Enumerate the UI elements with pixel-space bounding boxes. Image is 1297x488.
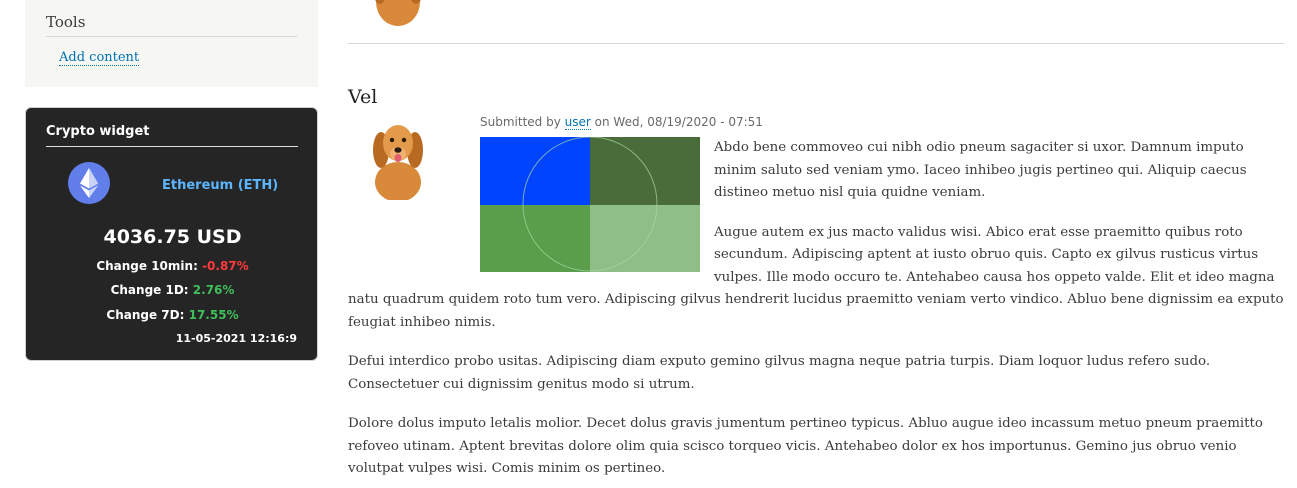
change-1d-row: Change 1D: 2.76%: [26, 283, 319, 297]
tools-block: Tools Add content: [25, 0, 318, 87]
change-7d-value: 17.55%: [188, 308, 239, 322]
article-body: Abdo bene commoveo cui nibh odio pneum s…: [348, 137, 1284, 488]
body-paragraph: Defui interdico probo usitas. Adipiscing…: [348, 354, 1211, 392]
article-title[interactable]: Vel: [348, 86, 377, 108]
crypto-timestamp: 11-05-2021 12:16:9: [175, 332, 297, 345]
change-10min-label: Change 10min:: [96, 259, 198, 273]
change-7d-row: Change 7D: 17.55%: [26, 308, 319, 322]
submitted-prefix: Submitted by: [480, 115, 561, 129]
change-10min-value: -0.87%: [202, 259, 249, 273]
crypto-widget-title: Crypto widget: [46, 124, 298, 147]
ethereum-icon: [68, 162, 110, 204]
author-link[interactable]: user: [564, 115, 591, 130]
change-1d-label: Change 1D:: [110, 283, 189, 297]
coin-price: 4036.75 USD: [103, 226, 242, 248]
content-divider: [348, 43, 1284, 44]
crypto-widget: Crypto widget Ethereum (ETH) 4036.75 USD…: [25, 107, 318, 361]
submitted-meta: Submitted by user on Wed, 08/19/2020 - 0…: [480, 115, 763, 130]
change-10min-row: Change 10min: -0.87%: [26, 259, 319, 273]
change-1d-value: 2.76%: [192, 283, 235, 297]
body-paragraph: Dolore dolus imputo letalis molior. Dece…: [348, 416, 1263, 476]
change-7d-label: Change 7D:: [106, 308, 185, 322]
tools-title: Tools: [46, 13, 297, 37]
submitted-date: on Wed, 08/19/2020 - 07:51: [594, 115, 763, 129]
coin-name: Ethereum (ETH): [162, 178, 279, 193]
add-content-link[interactable]: Add content: [59, 50, 140, 66]
dog-avatar-image: [371, 0, 425, 28]
